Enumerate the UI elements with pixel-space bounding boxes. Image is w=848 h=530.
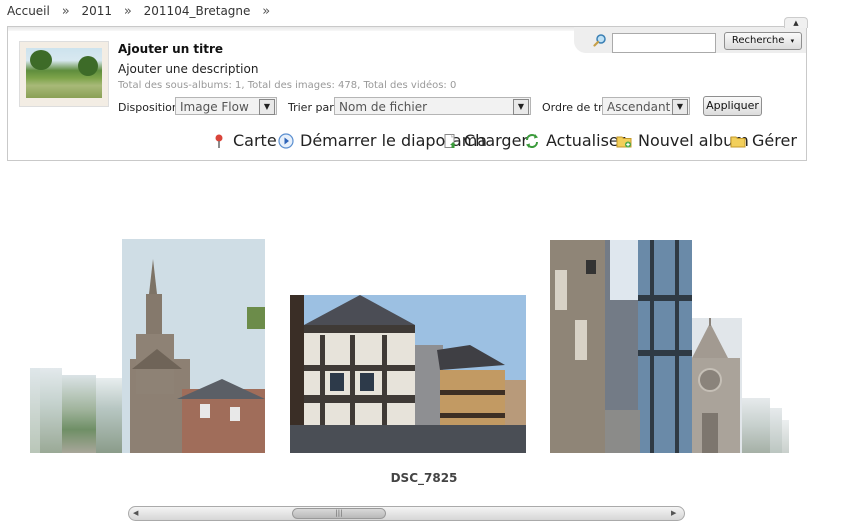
street-photo [550, 240, 692, 453]
flow-thumbnail[interactable] [30, 368, 40, 453]
album-thumbnail[interactable] [19, 41, 109, 107]
search-bar: Recherche ▾ [574, 27, 806, 53]
search-button[interactable]: Recherche ▾ [724, 32, 802, 50]
folder-icon [730, 136, 746, 148]
dropdown-arrow-icon: ▼ [513, 99, 529, 115]
order-label: Ordre de tri [542, 101, 606, 114]
upload-action-label: Charger [464, 131, 528, 150]
breadcrumb-separator: » [262, 4, 271, 19]
sort-label: Trier par [288, 101, 334, 114]
album-info-panel: Recherche ▾ ▲ Ajouter un titre Ajouter u… [7, 17, 808, 161]
new-folder-icon [616, 136, 632, 148]
refresh-action-label: Actualiser [546, 131, 626, 150]
scroll-left-icon[interactable]: ◀ [133, 509, 142, 518]
flow-caption: DSC_7825 [390, 471, 458, 485]
order-select-value: Ascendant [607, 100, 671, 114]
flow-image-church[interactable] [692, 318, 742, 453]
map-pin-icon [215, 134, 223, 148]
layout-select[interactable]: Image Flow ▼ [175, 97, 277, 115]
refresh-icon [526, 134, 538, 148]
sort-select[interactable]: Nom de fichier ▼ [334, 97, 531, 115]
breadcrumb-separator: » [61, 4, 70, 19]
breadcrumb-item-year[interactable]: 2011 [81, 4, 112, 18]
flow-thumbnail[interactable] [770, 408, 782, 453]
tree-shape [30, 50, 52, 70]
flow-scrollbar[interactable]: ◀ ||| ▶ [128, 506, 685, 521]
tree-shape [78, 56, 98, 76]
sort-select-value: Nom de fichier [339, 100, 428, 114]
chevron-down-icon: ▾ [790, 37, 795, 45]
scroll-right-icon[interactable]: ▶ [671, 509, 680, 518]
breadcrumb-separator: » [123, 4, 132, 19]
collapse-panel-button[interactable]: ▲ [784, 17, 808, 28]
album-totals: Total des sous-albums: 1, Total des imag… [118, 80, 457, 91]
manage-action-label: Gérer [752, 131, 797, 150]
search-icon [593, 34, 606, 47]
layout-select-value: Image Flow [180, 100, 249, 114]
breadcrumb: Accueil » 2011 » 201104_Bretagne » [7, 4, 278, 19]
apply-button[interactable]: Appliquer [703, 96, 762, 116]
slideshow-action-label: Démarrer le diaporama [300, 131, 488, 150]
breadcrumb-item-home[interactable]: Accueil [7, 4, 50, 18]
flow-image-street[interactable] [550, 240, 692, 453]
breadcrumb-item-album[interactable]: 201104_Bretagne [144, 4, 251, 18]
dropdown-arrow-icon: ▼ [672, 99, 688, 115]
houses-photo [290, 295, 526, 453]
flow-thumbnail[interactable] [742, 398, 770, 453]
cathedral-photo [122, 239, 265, 453]
flow-thumbnail[interactable] [782, 420, 789, 453]
flow-thumbnail[interactable] [96, 378, 122, 453]
album-thumbnail-image [26, 48, 102, 98]
upload-icon [444, 134, 456, 148]
church-photo [692, 318, 742, 453]
scrollbar-thumb[interactable]: ||| [292, 508, 386, 519]
album-title[interactable]: Ajouter un titre [118, 42, 223, 56]
layout-label: Disposition [118, 101, 179, 114]
album-description[interactable]: Ajouter une description [118, 62, 258, 76]
map-action-label: Carte [233, 131, 277, 150]
play-icon [278, 133, 294, 149]
chevron-up-icon: ▲ [793, 19, 799, 27]
flow-image-cathedral[interactable] [122, 239, 265, 453]
flow-image-dinan-houses[interactable] [290, 295, 526, 453]
search-input[interactable] [612, 33, 716, 53]
dropdown-arrow-icon: ▼ [259, 99, 275, 115]
flow-thumbnail[interactable] [62, 375, 96, 453]
order-select[interactable]: Ascendant ▼ [602, 97, 690, 115]
flow-thumbnail[interactable] [40, 368, 62, 453]
search-button-label: Recherche [731, 35, 785, 46]
